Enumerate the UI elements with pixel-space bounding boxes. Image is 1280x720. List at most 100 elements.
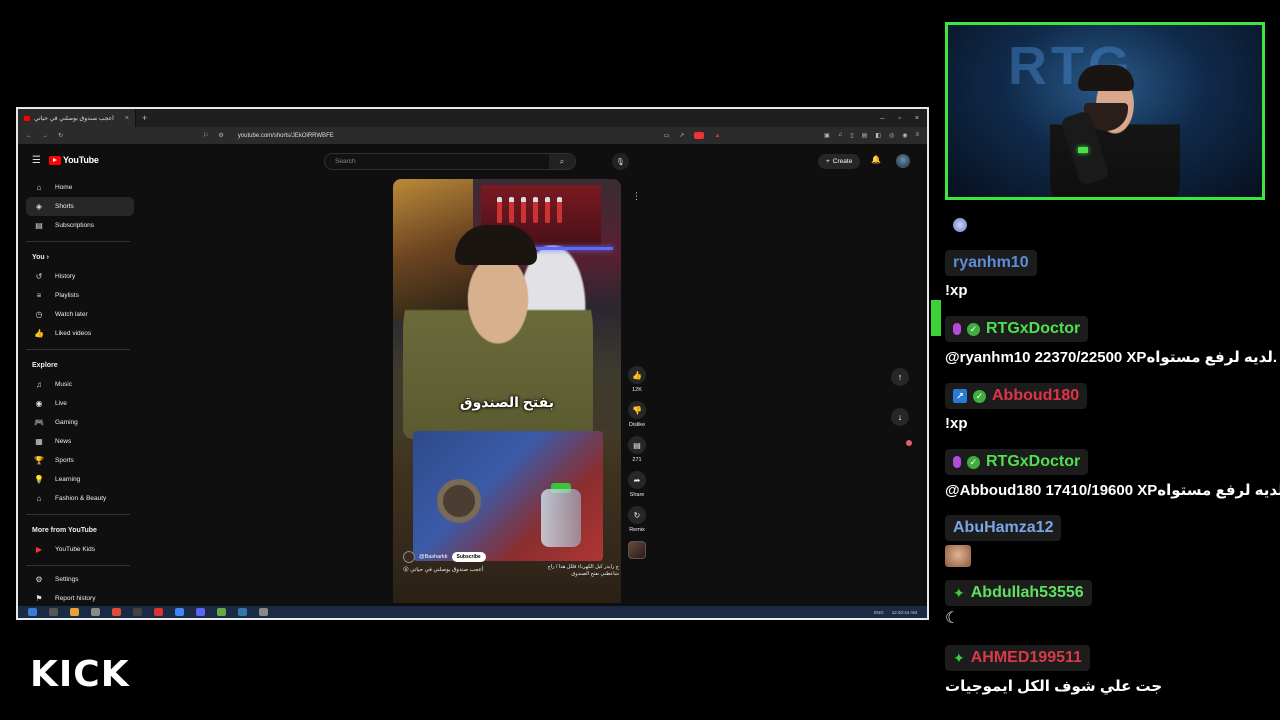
reload-icon[interactable]: ↻ (58, 132, 63, 139)
previous-short-icon[interactable]: ↑ (891, 368, 909, 386)
channel-avatar[interactable] (403, 551, 415, 563)
wallet-icon[interactable]: ◧ (875, 132, 881, 139)
bottle (497, 197, 502, 223)
clock[interactable]: 12:40:44 AM (892, 610, 917, 615)
subscribe-button[interactable]: Subscribe (451, 552, 486, 562)
sidebar-section-more: More from YouTube (32, 527, 97, 534)
chat-username[interactable]: AbuHamza12 (945, 515, 1062, 541)
sidebar-item-home[interactable]: ⌂ Home (26, 178, 134, 197)
app-icon[interactable] (259, 608, 268, 616)
discord-icon[interactable] (196, 608, 205, 616)
notifications-bell-icon[interactable]: 🔔 (871, 155, 881, 164)
verified-badge-icon: ✓ (967, 455, 980, 469)
chat-username[interactable]: ✦ AHMED199511 (945, 645, 1090, 671)
bookmark-icon[interactable]: ⚐ (203, 132, 208, 139)
sidebar-item-history[interactable]: ↺ History (26, 267, 134, 286)
dislike-button[interactable]: 👎 Dislike (628, 401, 646, 428)
file-explorer-icon[interactable] (70, 608, 79, 616)
like-button[interactable]: 👍 12K (628, 366, 646, 393)
next-short-icon[interactable]: ↓ (891, 408, 909, 426)
chat-message: ✦ Abdullah53556 ☾ (945, 580, 1092, 628)
brave-shield-icon[interactable] (694, 132, 705, 139)
sidebar-item-fashion-beauty[interactable]: ⌂ Fashion & Beauty (26, 489, 134, 508)
more-options-icon[interactable]: ⋮ (632, 191, 641, 202)
close-window-button[interactable]: × (915, 115, 919, 122)
remix-icon: ↻ (628, 506, 646, 524)
sidebar-item-sports[interactable]: 🏆 Sports (26, 451, 134, 470)
start-icon[interactable] (28, 608, 37, 616)
extensions-icon[interactable]: ▣ (824, 132, 830, 139)
sidebar-item-live[interactable]: ◉ Live (26, 394, 134, 413)
account-icon[interactable]: ◉ (902, 132, 907, 139)
sidebar-item-subscriptions[interactable]: ▤ Subscriptions (26, 216, 134, 235)
account-avatar[interactable] (896, 154, 910, 168)
url-field[interactable]: youtube.com/shorts/JEkOiRRWBFE (238, 133, 334, 139)
menu-icon[interactable]: ≡ (915, 132, 919, 139)
hamburger-menu-icon[interactable]: ☰ (32, 155, 41, 166)
comments-button[interactable]: ▤ 271 (628, 436, 646, 463)
brave-rewards-icon[interactable]: ▲ (714, 133, 720, 139)
share-button[interactable]: ➦ Share (628, 471, 646, 498)
sound-thumbnail[interactable] (628, 541, 646, 559)
chat-username[interactable]: ✦ Abdullah53556 (945, 580, 1092, 606)
sidebar-divider (26, 349, 130, 350)
sidebar-item-gaming[interactable]: 🎮 Gaming (26, 413, 134, 432)
sidebar-item-playlists[interactable]: ≡ Playlists (26, 286, 134, 305)
chat-message: ↗ ✓ Abboud180 !xp (945, 383, 1088, 432)
app-icon[interactable] (154, 608, 163, 616)
tab-close-icon[interactable]: × (125, 115, 129, 122)
screenshot-icon[interactable]: ▭ (664, 132, 670, 139)
comment-icon: ▤ (628, 436, 646, 454)
bottle (509, 197, 514, 223)
sidebar-item-shorts[interactable]: ◈ Shorts (26, 197, 134, 216)
back-icon[interactable]: ← (26, 133, 32, 139)
search-icon[interactable]: ⌕ (549, 154, 575, 169)
app-icon[interactable] (238, 608, 247, 616)
share-icon[interactable]: ↗ (679, 132, 684, 139)
channel-name[interactable]: @Basharkk (419, 554, 448, 560)
maximize-button[interactable]: ▫ (898, 115, 900, 122)
search-taskbar-icon[interactable] (49, 608, 58, 616)
sidebar-section-you[interactable]: You › (26, 246, 134, 267)
site-info-icon[interactable]: ⚙ (218, 132, 223, 139)
chat-username[interactable]: ✓ RTGxDoctor (945, 449, 1089, 475)
video-water-bottle (541, 489, 581, 547)
sidebar-item-music[interactable]: ♫ Music (26, 375, 134, 394)
sidebar-item-watch-later[interactable]: ◷ Watch later (26, 305, 134, 324)
chat-username[interactable]: ↗ ✓ Abboud180 (945, 383, 1088, 409)
sidebar-icon[interactable]: ▯ (850, 132, 853, 139)
vpn-icon[interactable]: ◎ (889, 132, 894, 139)
dislike-label: Dislike (628, 422, 646, 428)
sidebar-item-liked-videos[interactable]: 👍 Liked videos (26, 324, 134, 343)
youtube-logo[interactable]: YouTube (48, 155, 99, 165)
username-text: RTGxDoctor (986, 320, 1081, 337)
share-arrow-icon: ➦ (628, 471, 646, 489)
sidebar-item-news[interactable]: ▦ News (26, 432, 134, 451)
search-input[interactable]: Search ⌕ (324, 153, 576, 170)
username-text: ryanhm10 (953, 254, 1029, 271)
remix-button[interactable]: ↻ Remix (628, 506, 646, 533)
sidebar-item-settings[interactable]: ⚙ Settings (26, 570, 134, 589)
sidebar-item-youtube-kids[interactable]: ▶ YouTube Kids (26, 540, 134, 559)
create-label: Create (832, 158, 853, 165)
app-icon[interactable] (91, 608, 100, 616)
app-icon[interactable] (133, 608, 142, 616)
forward-icon[interactable]: → (42, 133, 48, 139)
chat-username[interactable]: ✓ RTGxDoctor (945, 316, 1089, 342)
chrome-icon[interactable] (175, 608, 184, 616)
language-indicator[interactable]: ENG (874, 610, 884, 615)
create-button[interactable]: + Create (818, 154, 861, 169)
star-badge-icon: ✦ (953, 649, 965, 666)
chat-username[interactable]: ryanhm10 (945, 250, 1037, 276)
media-icon[interactable]: ♫ (838, 132, 843, 139)
remix-label: Remix (629, 527, 645, 533)
app-icon[interactable] (217, 608, 226, 616)
brave-icon[interactable] (112, 608, 121, 616)
sidebar-item-learning[interactable]: 💡 Learning (26, 470, 134, 489)
short-video-player[interactable]: بفتح الصندوق @Basharkk Subscribe أعجب صن… (393, 179, 621, 603)
new-tab-button[interactable]: + (142, 113, 147, 123)
voice-search-icon[interactable]: 🎙 (612, 153, 629, 170)
browser-tab[interactable]: أعجب صندوق بوصلني في حياتي × (18, 109, 136, 127)
minimize-button[interactable]: – (881, 115, 885, 122)
tab-search-icon[interactable]: ▤ (862, 132, 868, 139)
